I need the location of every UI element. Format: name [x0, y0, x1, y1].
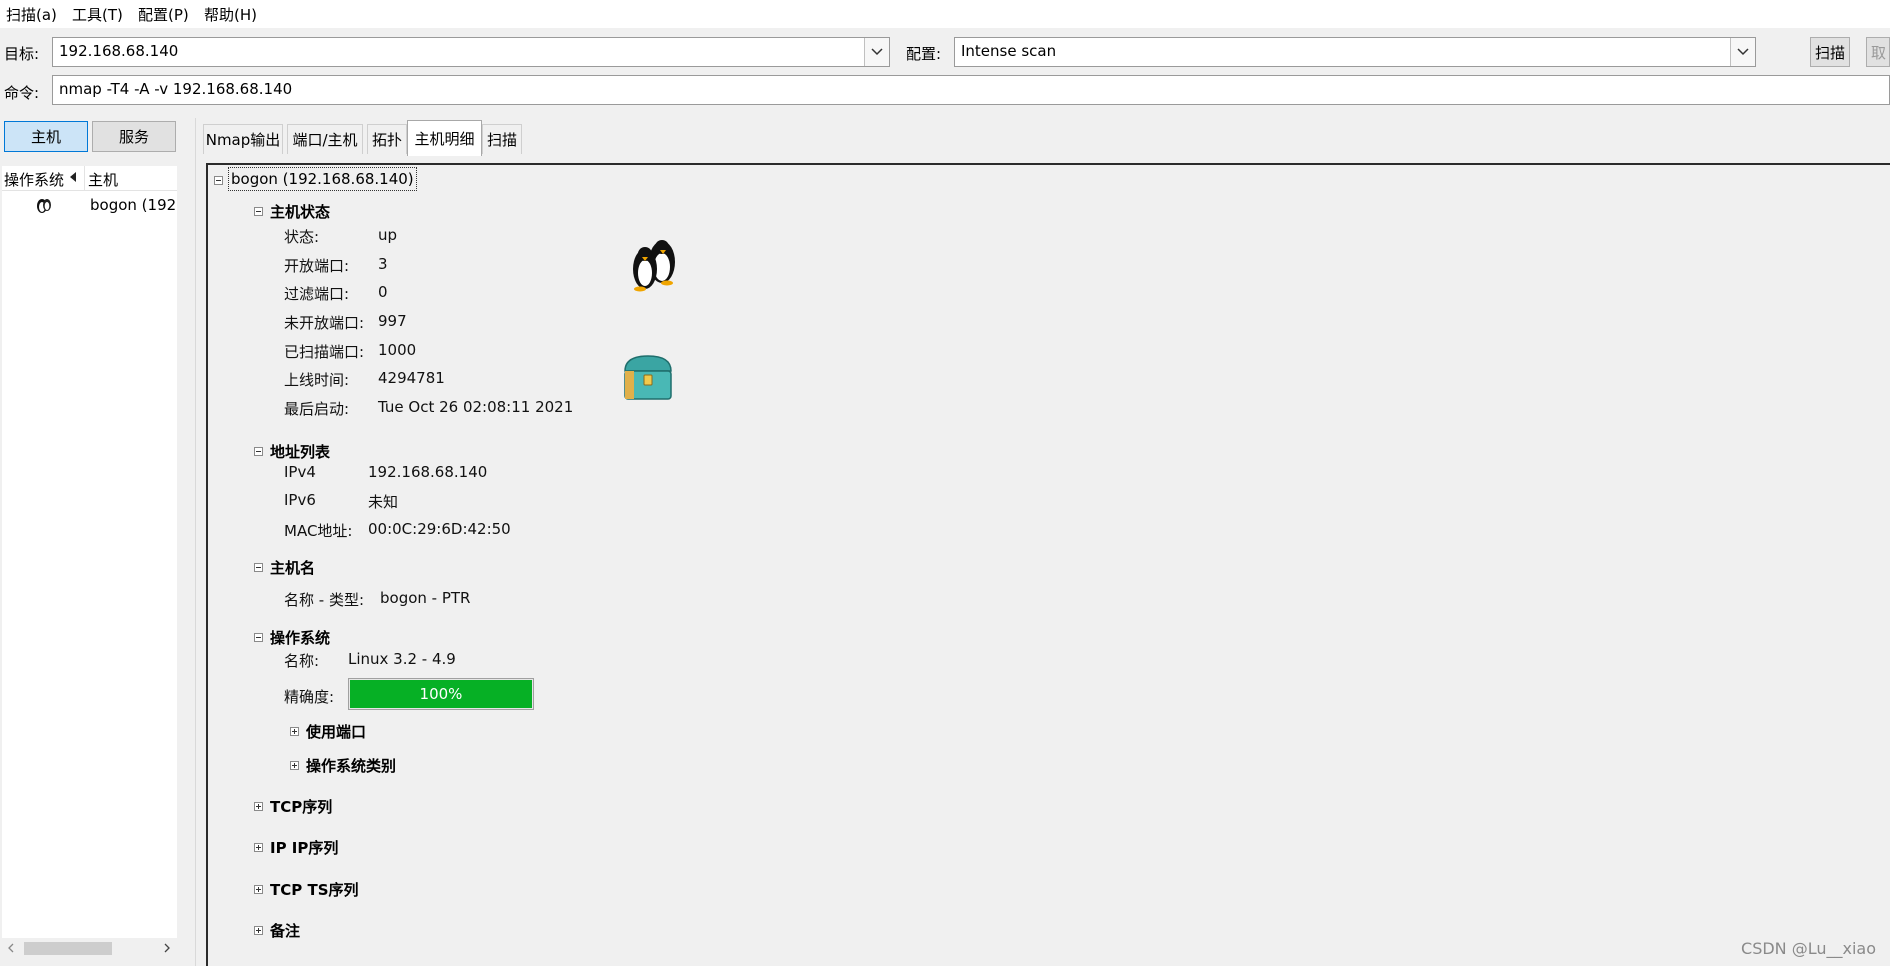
profile-combobox[interactable]: Intense scan — [954, 37, 1756, 67]
column-os[interactable]: 操作系统 — [4, 169, 64, 190]
sort-arrow-icon — [70, 172, 76, 182]
ip-sequence-heading[interactable]: IP IP序列 — [270, 837, 338, 858]
status-key: 状态: — [284, 228, 320, 246]
ipv4-key: IPv4 — [284, 463, 316, 481]
profile-dropdown-button[interactable] — [1730, 38, 1755, 66]
ipv6-value: 未知 — [368, 493, 399, 511]
uptime-value: 4294781 — [378, 369, 445, 387]
scroll-right-icon[interactable] — [164, 943, 170, 953]
command-label: 命令: — [4, 84, 40, 102]
scanned-ports-key: 已扫描端口: — [284, 343, 365, 361]
menu-profile[interactable]: 配置(P) — [138, 4, 189, 25]
chevron-down-icon — [871, 48, 883, 56]
command-input[interactable]: nmap -T4 -A -v 192.168.68.140 — [52, 75, 1890, 105]
target-label: 目标: — [4, 45, 40, 63]
scrollbar-thumb[interactable] — [24, 942, 112, 955]
accuracy-progress-text: 100% — [419, 685, 463, 703]
tab-scans[interactable]: 扫描 — [482, 124, 522, 154]
hosts-button[interactable]: 主机 — [4, 121, 88, 152]
mac-value: 00:0C:29:6D:42:50 — [368, 520, 511, 538]
root-collapse-toggle[interactable] — [214, 176, 223, 185]
treasure-chest-icon — [624, 355, 672, 400]
menubar: 扫描(a) 工具(T) 配置(P) 帮助(H) — [0, 0, 1890, 28]
tcp-ts-sequence-expand-toggle[interactable] — [254, 885, 263, 894]
linux-penguin-icon — [37, 199, 51, 213]
tab-host-details[interactable]: 主机明细 — [407, 120, 482, 156]
ports-used-expand-toggle[interactable] — [290, 727, 299, 736]
tcp-ts-sequence-heading[interactable]: TCP TS序列 — [270, 879, 359, 900]
menu-scan[interactable]: 扫描(a) — [6, 4, 57, 25]
host-row-name[interactable]: bogon (192 — [90, 196, 176, 214]
uptime-key: 上线时间: — [284, 371, 350, 389]
tab-nmap-output[interactable]: Nmap输出 — [203, 124, 283, 154]
ports-used-heading[interactable]: 使用端口 — [306, 721, 366, 742]
open-ports-value: 3 — [378, 255, 388, 273]
column-host[interactable]: 主机 — [88, 169, 118, 190]
profile-value[interactable]: Intense scan — [961, 42, 1056, 60]
scanned-ports-value: 1000 — [378, 341, 417, 359]
mac-key: MAC地址: — [284, 522, 353, 540]
hostnames-heading[interactable]: 主机名 — [270, 557, 315, 578]
addresses-collapse-toggle[interactable] — [254, 447, 263, 456]
last-boot-value: Tue Oct 26 02:08:11 2021 — [378, 398, 574, 416]
closed-ports-key: 未开放端口: — [284, 314, 365, 332]
host-status-heading[interactable]: 主机状态 — [270, 201, 330, 222]
command-value[interactable]: nmap -T4 -A -v 192.168.68.140 — [59, 80, 292, 98]
os-heading[interactable]: 操作系统 — [270, 627, 330, 648]
os-class-heading[interactable]: 操作系统类别 — [306, 755, 396, 776]
profile-label: 配置: — [906, 45, 942, 63]
chevron-down-icon — [1737, 48, 1749, 56]
scroll-left-icon[interactable] — [8, 943, 14, 953]
target-dropdown-button[interactable] — [864, 38, 889, 66]
target-combobox[interactable]: 192.168.68.140 — [52, 37, 890, 67]
host-list[interactable] — [2, 166, 177, 938]
menu-help[interactable]: 帮助(H) — [204, 4, 257, 25]
cancel-button[interactable]: 取 — [1866, 37, 1890, 67]
linux-penguins-icon — [633, 240, 675, 292]
accuracy-key: 精确度: — [284, 688, 335, 706]
tab-topology[interactable]: 拓扑 — [367, 124, 407, 154]
host-row[interactable]: bogon (192 — [2, 192, 177, 220]
ip-sequence-expand-toggle[interactable] — [254, 843, 263, 852]
os-collapse-toggle[interactable] — [254, 633, 263, 642]
target-value[interactable]: 192.168.68.140 — [59, 42, 178, 60]
ipv4-value: 192.168.68.140 — [368, 463, 488, 481]
addresses-heading[interactable]: 地址列表 — [270, 441, 330, 462]
open-ports-key: 开放端口: — [284, 257, 350, 275]
host-node-title[interactable]: bogon (192.168.68.140) — [228, 167, 417, 191]
column-divider — [84, 166, 85, 190]
menu-tools[interactable]: 工具(T) — [72, 4, 123, 25]
comments-expand-toggle[interactable] — [254, 926, 263, 935]
filtered-ports-key: 过滤端口: — [284, 285, 350, 303]
status-value: up — [378, 226, 398, 244]
services-button[interactable]: 服务 — [92, 121, 176, 152]
filtered-ports-value: 0 — [378, 283, 388, 301]
host-status-collapse-toggle[interactable] — [254, 207, 263, 216]
os-name-value: Linux 3.2 - 4.9 — [348, 650, 456, 668]
comments-heading[interactable]: 备注 — [270, 920, 300, 941]
hostname-type-key: 名称 - 类型: — [284, 591, 365, 609]
os-name-key: 名称: — [284, 652, 320, 670]
tab-ports-hosts[interactable]: 端口/主机 — [287, 124, 363, 154]
tcp-sequence-expand-toggle[interactable] — [254, 802, 263, 811]
hostnames-collapse-toggle[interactable] — [254, 563, 263, 572]
panel-separator[interactable] — [195, 118, 196, 966]
os-class-expand-toggle[interactable] — [290, 761, 299, 770]
watermark: CSDN @Lu__xiao — [1741, 939, 1876, 958]
left-horizontal-scrollbar[interactable] — [2, 938, 177, 958]
tcp-sequence-heading[interactable]: TCP序列 — [270, 796, 332, 817]
host-details-panel: bogon (192.168.68.140) 主机状态 状态: up 开放端口:… — [206, 163, 1890, 966]
accuracy-progress-bar: 100% — [348, 678, 534, 710]
hostname-type-value: bogon - PTR — [380, 589, 471, 607]
closed-ports-value: 997 — [378, 312, 407, 330]
last-boot-key: 最后启动: — [284, 400, 350, 418]
ipv6-key: IPv6 — [284, 491, 316, 509]
scan-button[interactable]: 扫描 — [1810, 37, 1850, 67]
